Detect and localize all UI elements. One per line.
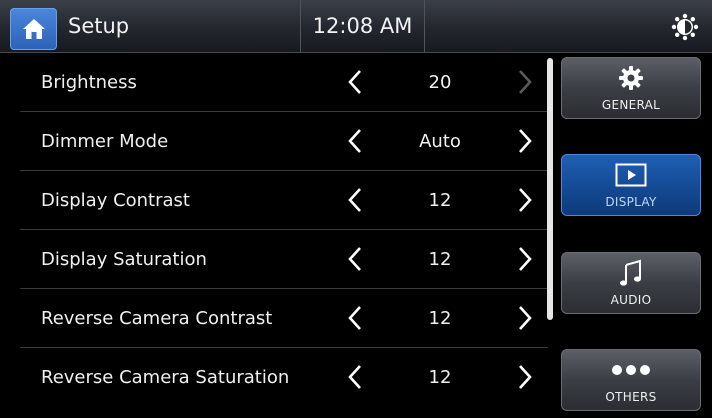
settings-list: Brightness 20 Dimmer Mode Auto Display C… — [20, 53, 548, 418]
sidebar-item-audio[interactable]: AUDIO — [561, 252, 701, 314]
list-scrollbar[interactable] — [547, 58, 553, 320]
setting-label: Reverse Camera Contrast — [41, 308, 273, 329]
more-dots-icon — [612, 365, 650, 375]
chevron-right-icon — [519, 188, 532, 212]
decrease-button[interactable] — [340, 126, 370, 156]
chevron-right-icon — [519, 306, 532, 330]
chevron-left-icon — [348, 70, 361, 94]
sidebar-item-label: OTHERS — [605, 390, 657, 404]
sidebar-item-label: AUDIO — [610, 293, 652, 307]
setting-row-dimmer-mode: Dimmer Mode Auto — [20, 112, 548, 171]
sidebar-item-display[interactable]: DISPLAY — [561, 154, 701, 216]
setting-value: Auto — [419, 131, 461, 152]
clock: 12:08 AM — [300, 0, 425, 52]
display-icon — [615, 163, 647, 187]
side-icon-wrap — [562, 161, 700, 189]
setting-row-display-saturation: Display Saturation 12 — [20, 230, 548, 289]
sidebar-item-label: DISPLAY — [605, 195, 657, 209]
increase-button[interactable] — [510, 362, 540, 392]
chevron-right-icon — [519, 365, 532, 389]
sidebar-item-label: GENERAL — [601, 98, 661, 112]
increase-button[interactable] — [510, 126, 540, 156]
setting-label: Display Saturation — [41, 249, 207, 270]
sidebar-item-others[interactable]: OTHERS — [561, 349, 701, 411]
chevron-right-icon — [519, 70, 532, 94]
setting-label: Brightness — [41, 72, 137, 93]
decrease-button[interactable] — [340, 185, 370, 215]
side-icon-wrap — [562, 64, 700, 92]
sidebar-item-general[interactable]: GENERAL — [561, 57, 701, 119]
setting-row-reverse-camera-saturation: Reverse Camera Saturation 12 — [20, 348, 548, 407]
increase-button[interactable] — [510, 303, 540, 333]
setting-value: 12 — [428, 190, 452, 211]
chevron-right-icon — [519, 129, 532, 153]
chevron-left-icon — [348, 129, 361, 153]
setting-value: 12 — [428, 367, 452, 388]
decrease-button[interactable] — [340, 303, 370, 333]
chevron-left-icon — [348, 188, 361, 212]
chevron-left-icon — [348, 247, 361, 271]
setting-label: Display Contrast — [41, 190, 190, 211]
brightness-button[interactable] — [670, 12, 700, 42]
setting-row-brightness: Brightness 20 — [20, 53, 548, 112]
side-icon-wrap — [562, 259, 700, 287]
side-icon-wrap — [562, 356, 700, 384]
decrease-button[interactable] — [340, 67, 370, 97]
page-title: Setup — [68, 14, 130, 38]
decrease-button[interactable] — [340, 362, 370, 392]
decrease-button[interactable] — [340, 244, 370, 274]
home-button[interactable] — [10, 8, 57, 50]
brightness-icon — [671, 13, 699, 41]
setting-label: Reverse Camera Saturation — [41, 367, 290, 388]
increase-button[interactable] — [510, 244, 540, 274]
setting-value: 20 — [428, 72, 452, 93]
setting-row-display-contrast: Display Contrast 12 — [20, 171, 548, 230]
top-bar: Setup 12:08 AM — [0, 0, 712, 53]
clock-time: 12:08 AM — [312, 14, 413, 38]
increase-button[interactable] — [510, 67, 540, 97]
chevron-right-icon — [519, 247, 532, 271]
chevron-left-icon — [348, 365, 361, 389]
setting-value: 12 — [428, 249, 452, 270]
setting-value: 12 — [428, 308, 452, 329]
setting-row-reverse-camera-contrast: Reverse Camera Contrast 12 — [20, 289, 548, 348]
increase-button[interactable] — [510, 185, 540, 215]
gear-icon — [619, 66, 643, 90]
chevron-left-icon — [348, 306, 361, 330]
home-icon — [22, 19, 45, 39]
setting-label: Dimmer Mode — [41, 131, 169, 152]
music-note-icon — [620, 259, 641, 286]
